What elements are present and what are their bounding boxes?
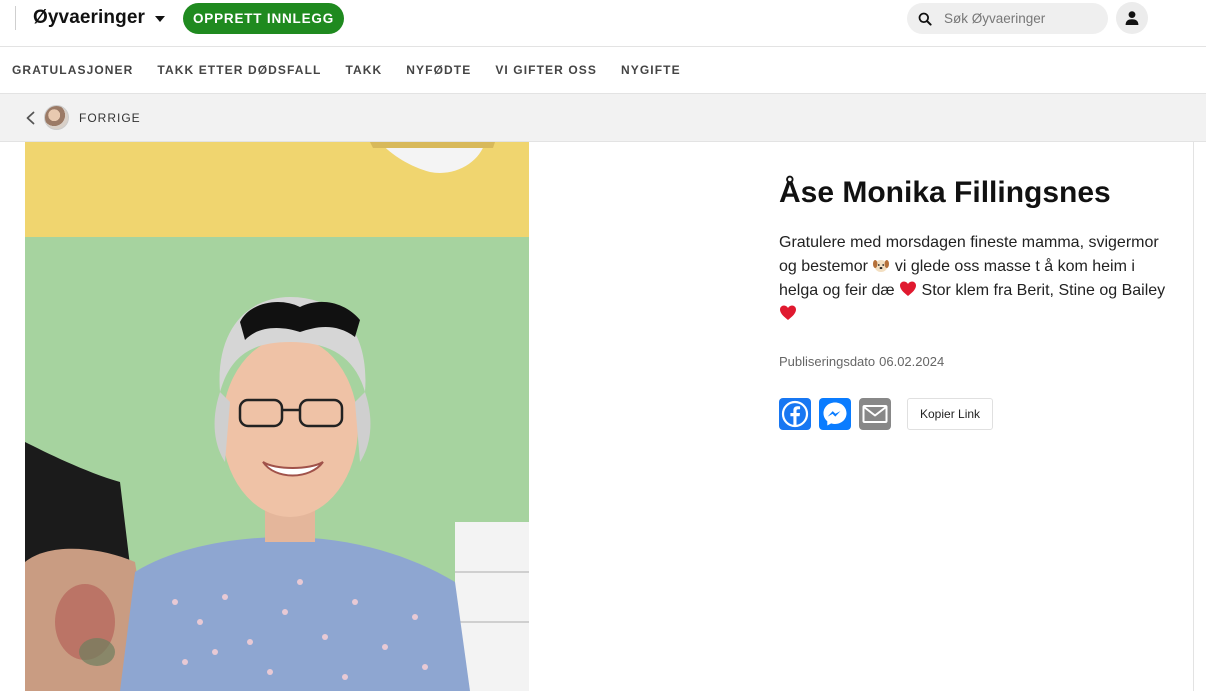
nav-takk[interactable]: TAKK [345,63,382,77]
nav-gratulasjoner[interactable]: GRATULASJONER [12,63,133,77]
content-border [1193,142,1194,691]
copy-link-button[interactable]: Kopier Link [907,398,994,430]
nav-nygifte[interactable]: NYGIFTE [621,63,681,77]
search-box[interactable] [907,3,1108,34]
top-header: Øyvaeringer OPPRETT INNLEGG [0,0,1206,47]
previous-post-thumbnail [44,105,69,130]
heart-emoji-icon [900,281,917,296]
nav-nyfodte[interactable]: NYFØDTE [406,63,471,77]
post-body-part3: Stor klem fra Berit, Stine og Bailey [917,282,1166,299]
previous-post-link[interactable]: FORRIGE [24,105,141,130]
dog-emoji-icon [873,260,890,272]
nav-vi-gifter-oss[interactable]: VI GIFTER OSS [495,63,597,77]
post-body: Gratulere med morsdagen fineste mamma, s… [779,231,1174,327]
brand-name: Øyvaeringer [33,7,145,28]
facebook-share-button[interactable] [779,398,811,430]
brand-divider [15,6,16,30]
share-bar: Kopier Link [779,398,994,430]
category-nav: GRATULASJONER TAKK ETTER DØDSFALL TAKK N… [0,47,1206,94]
nav-takk-etter-dodsfall[interactable]: TAKK ETTER DØDSFALL [157,63,321,77]
user-icon [1125,11,1139,25]
search-input[interactable] [944,11,1104,26]
heart-emoji-icon [780,305,796,320]
publish-date: Publiseringsdato 06.02.2024 [779,354,944,369]
user-account-button[interactable] [1116,2,1148,34]
chevron-left-icon [26,111,35,124]
brand-menu[interactable]: Øyvaeringer [33,6,165,30]
post-photo [25,142,529,691]
search-icon [909,12,941,26]
messenger-icon [819,398,851,430]
caret-down-icon [155,16,165,22]
email-icon [859,398,891,430]
publish-date-value: 06.02.2024 [879,354,945,369]
facebook-icon [779,398,811,430]
publish-date-label: Publiseringsdato [779,354,876,369]
email-share-button[interactable] [859,398,891,430]
previous-label: FORRIGE [79,110,141,125]
post-title: Åse Monika Fillingsnes [779,176,1111,209]
messenger-share-button[interactable] [819,398,851,430]
create-post-button[interactable]: OPPRETT INNLEGG [183,3,344,34]
back-bar: FORRIGE [0,94,1206,142]
